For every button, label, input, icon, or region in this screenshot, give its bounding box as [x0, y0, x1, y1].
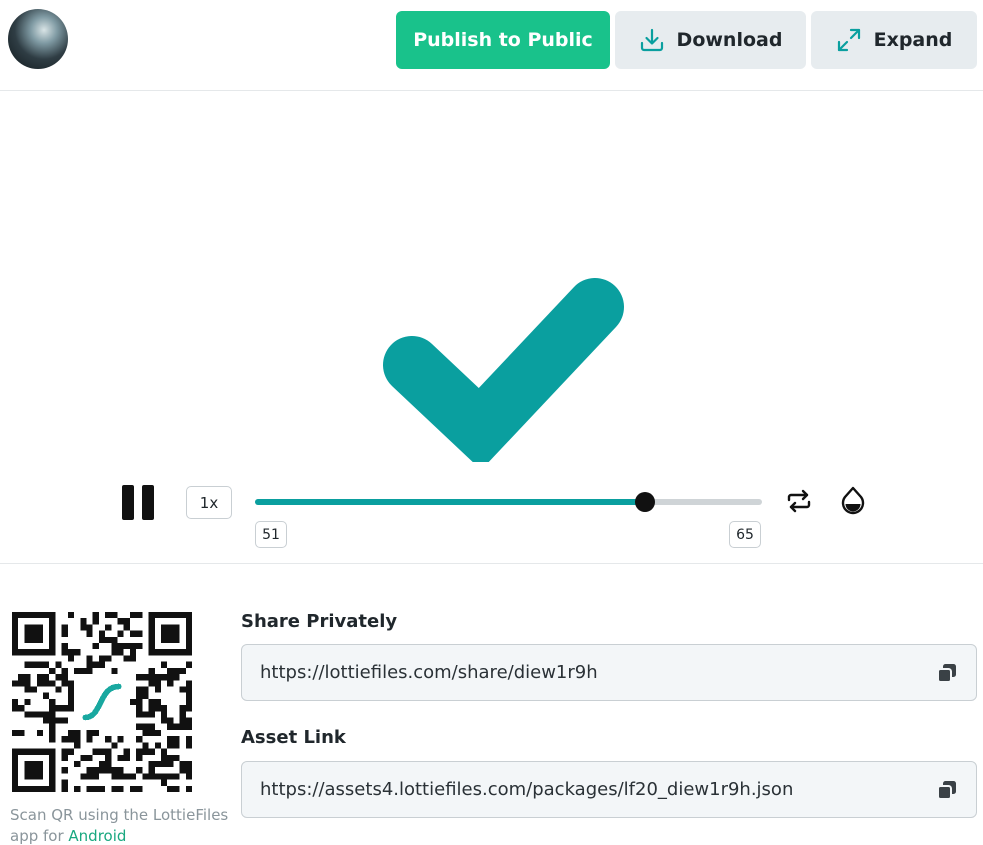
publish-to-public-button[interactable]: Publish to Public	[396, 11, 610, 69]
android-link[interactable]: Android	[68, 827, 126, 845]
pause-icon-bar	[142, 485, 154, 520]
pause-button[interactable]	[122, 485, 158, 521]
loop-icon[interactable]	[785, 487, 813, 515]
slider-fill	[255, 499, 646, 505]
expand-button[interactable]: Expand	[811, 11, 977, 69]
frame-slider[interactable]	[255, 492, 762, 512]
download-button[interactable]: Download	[615, 11, 806, 69]
share-private-url-field[interactable]: https://lottiefiles.com/share/diew1r9h	[241, 644, 977, 701]
qr-finder-center	[160, 624, 180, 644]
checkmark-animation	[383, 278, 624, 462]
slider-thumb[interactable]	[635, 492, 656, 512]
asset-link-url: https://assets4.lottiefiles.com/packages…	[260, 779, 794, 800]
share-private-url: https://lottiefiles.com/share/diew1r9h	[260, 662, 598, 683]
expand-button-label: Expand	[873, 29, 953, 51]
share-privately-label: Share Privately	[241, 611, 398, 632]
expand-icon	[837, 28, 860, 52]
download-icon	[640, 28, 663, 52]
animation-preview	[0, 92, 983, 472]
qr-code	[12, 612, 192, 792]
end-frame: 65	[729, 521, 761, 548]
asset-link-field[interactable]: https://assets4.lottiefiles.com/packages…	[241, 761, 977, 818]
copy-icon[interactable]	[936, 662, 958, 684]
top-bar: Publish to Public Download Expand	[0, 0, 983, 91]
copy-icon[interactable]	[936, 779, 958, 801]
background-color-icon[interactable]	[839, 486, 867, 516]
download-button-label: Download	[676, 29, 783, 51]
publish-button-label: Publish to Public	[413, 29, 593, 51]
speed-button[interactable]: 1x	[186, 486, 232, 519]
player-controls: 1x 51 65	[0, 472, 983, 564]
qr-finder-center	[24, 760, 44, 780]
qr-finder-center	[24, 624, 44, 644]
avatar[interactable]	[8, 9, 68, 69]
pause-icon	[122, 485, 134, 520]
start-frame: 51	[255, 521, 287, 548]
qr-caption: Scan QR using the LottieFiles app for An…	[10, 805, 240, 845]
asset-link-label: Asset Link	[241, 727, 346, 748]
